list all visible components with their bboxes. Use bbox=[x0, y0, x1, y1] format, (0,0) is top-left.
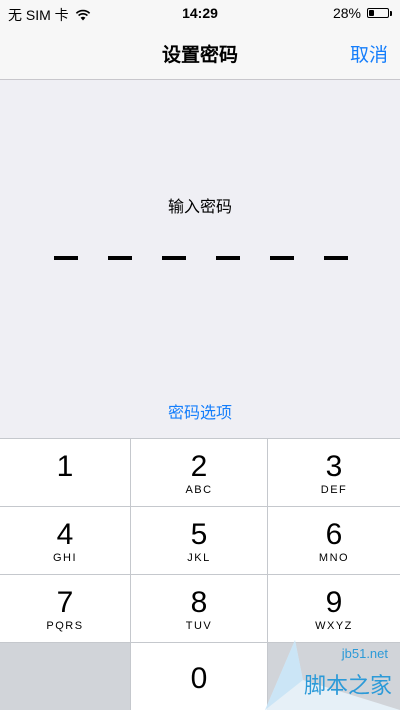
key-letters: PQRS bbox=[46, 620, 84, 632]
key-letters: DEF bbox=[320, 484, 348, 496]
passcode-dash bbox=[270, 256, 294, 260]
status-right: 28% bbox=[333, 5, 392, 21]
cancel-button[interactable]: 取消 bbox=[350, 40, 388, 67]
key-letters: MNO bbox=[318, 552, 350, 564]
key-8[interactable]: 8 TUV bbox=[131, 575, 267, 642]
keypad-blank-right bbox=[268, 643, 400, 710]
key-digit: 1 bbox=[56, 450, 74, 483]
passcode-dash bbox=[54, 256, 78, 260]
key-digit: 3 bbox=[325, 450, 343, 483]
key-3[interactable]: 3 DEF bbox=[268, 439, 400, 506]
status-bar: 无 SIM 卡 14:29 28% bbox=[0, 0, 400, 28]
key-6[interactable]: 6 MNO bbox=[268, 507, 400, 574]
key-letters: GHI bbox=[52, 552, 78, 564]
key-digit: 9 bbox=[325, 586, 343, 619]
key-digit: 0 bbox=[190, 662, 208, 695]
key-letters: TUV bbox=[185, 620, 213, 632]
battery-fill bbox=[369, 10, 374, 16]
key-0[interactable]: 0 bbox=[131, 643, 267, 710]
passcode-dots bbox=[54, 256, 350, 260]
key-5[interactable]: 5 JKL bbox=[131, 507, 267, 574]
key-digit: 2 bbox=[190, 450, 208, 483]
passcode-dash bbox=[216, 256, 240, 260]
key-letters: WXYZ bbox=[315, 620, 353, 632]
passcode-dash bbox=[108, 256, 132, 260]
page-title: 设置密码 bbox=[161, 45, 238, 66]
passcode-dash bbox=[324, 256, 348, 260]
battery-icon bbox=[367, 8, 389, 18]
key-digit: 6 bbox=[325, 518, 343, 551]
nav-bar: 设置密码 取消 bbox=[0, 28, 400, 80]
key-2[interactable]: 2 ABC bbox=[131, 439, 267, 506]
key-digit: 4 bbox=[56, 518, 74, 551]
key-1[interactable]: 1 bbox=[0, 439, 130, 506]
key-digit: 8 bbox=[190, 586, 208, 619]
battery-percent: 28% bbox=[332, 5, 361, 21]
key-digit: 5 bbox=[190, 518, 208, 551]
passcode-dash bbox=[162, 256, 186, 260]
key-7[interactable]: 7 PQRS bbox=[0, 575, 130, 642]
keypad-blank-left bbox=[0, 643, 130, 710]
key-4[interactable]: 4 GHI bbox=[0, 507, 130, 574]
key-9[interactable]: 9 WXYZ bbox=[268, 575, 400, 642]
key-letters: ABC bbox=[185, 484, 213, 496]
key-letters: JKL bbox=[187, 552, 211, 564]
battery-cap bbox=[390, 10, 392, 16]
numeric-keypad: 1 2 ABC 3 DEF 4 GHI 5 JKL 6 MNO 7 PQRS 8 TUV 9 WXYZ 0 bbox=[0, 438, 400, 710]
passcode-options-link[interactable]: 密码选项 bbox=[0, 399, 400, 423]
passcode-prompt: 输入密码 bbox=[167, 199, 232, 216]
key-digit: 7 bbox=[56, 586, 74, 619]
